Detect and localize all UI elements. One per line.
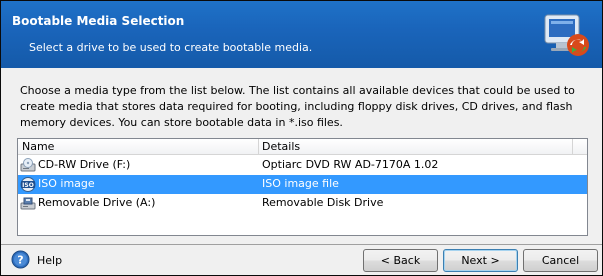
list-item-removable-drive[interactable]: Removable Drive (A:) Removable Disk Driv… xyxy=(18,194,587,213)
next-button[interactable]: Next > xyxy=(443,249,518,272)
list-item-iso-image[interactable]: ISO ISO image ISO image file xyxy=(18,175,587,194)
wizard-window: Bootable Media Selection Select a drive … xyxy=(0,0,603,276)
list-item-cd-rw-drive[interactable]: CD-RW Drive (F:) Optiarc DVD RW AD-7170A… xyxy=(18,156,587,175)
wizard-footer: ? Help < Back Next > Cancel xyxy=(1,245,602,275)
page-subtitle: Select a drive to be used to create boot… xyxy=(29,41,313,54)
iso-image-icon: ISO xyxy=(20,177,36,192)
column-header-details[interactable]: Details xyxy=(262,140,300,153)
item-name: ISO image xyxy=(38,177,95,190)
item-name: Removable Drive (A:) xyxy=(38,196,156,209)
list-header: Name Details xyxy=(18,139,587,155)
bootable-media-icon xyxy=(544,14,589,56)
help-label[interactable]: Help xyxy=(37,254,62,267)
help-icon: ? xyxy=(11,250,30,269)
page-title: Bootable Media Selection xyxy=(12,14,185,28)
svg-text:?: ? xyxy=(17,254,23,267)
item-name: CD-RW Drive (F:) xyxy=(38,158,131,171)
wizard-header: Bootable Media Selection Select a drive … xyxy=(1,1,602,68)
svg-text:ISO: ISO xyxy=(22,182,34,189)
column-divider[interactable] xyxy=(258,139,259,155)
item-details: Removable Disk Drive xyxy=(262,196,384,209)
cd-drive-icon xyxy=(20,158,36,172)
back-button[interactable]: < Back xyxy=(363,249,438,272)
column-divider[interactable] xyxy=(572,139,573,155)
description-text: Choose a media type from the list below.… xyxy=(20,84,575,129)
cancel-button[interactable]: Cancel xyxy=(523,249,598,272)
media-list[interactable]: Name Details CD-RW Drive (F:) Optiarc DV… xyxy=(17,138,588,236)
column-header-name[interactable]: Name xyxy=(22,140,54,153)
item-details: Optiarc DVD RW AD-7170A 1.02 xyxy=(262,158,439,171)
item-details: ISO image file xyxy=(262,177,339,190)
removable-drive-icon xyxy=(20,197,36,210)
